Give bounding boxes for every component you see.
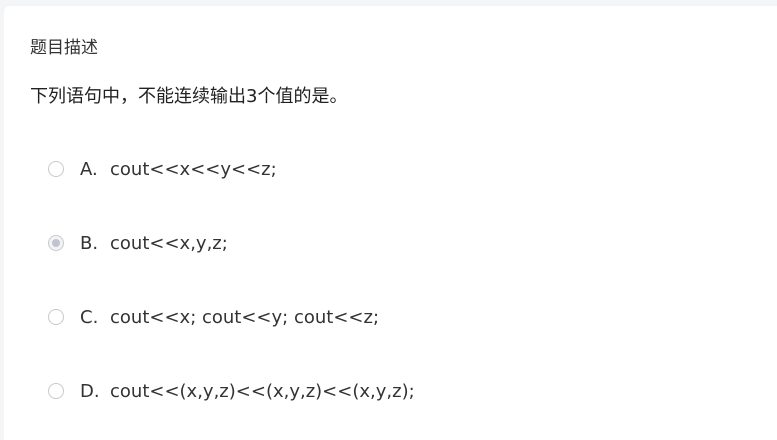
option-text: cout<<x<<y<<z; <box>110 158 277 180</box>
option-text: cout<<x,y,z; <box>110 232 228 254</box>
question-card: 题目描述 下列语句中，不能连续输出3个值的是。 A. cout<<x<<y<<z… <box>4 6 777 440</box>
option-a[interactable]: A. cout<<x<<y<<z; <box>48 158 277 180</box>
option-d[interactable]: D. cout<<(x,y,z)<<(x,y,z)<<(x,y,z); <box>48 380 415 402</box>
option-text: cout<<(x,y,z)<<(x,y,z)<<(x,y,z); <box>110 380 415 402</box>
radio-button-b[interactable] <box>48 235 64 251</box>
radio-button-d[interactable] <box>48 383 64 399</box>
section-title: 题目描述 <box>30 38 98 58</box>
question-text: 下列语句中，不能连续输出3个值的是。 <box>30 86 348 107</box>
option-c[interactable]: C. cout<<x; cout<<y; cout<<z; <box>48 306 379 328</box>
option-letter: B. <box>80 232 99 254</box>
radio-button-c[interactable] <box>48 309 64 325</box>
option-text: cout<<x; cout<<y; cout<<z; <box>110 306 380 328</box>
option-letter: A. <box>80 158 98 180</box>
option-letter: D. <box>80 380 100 402</box>
option-b[interactable]: B. cout<<x,y,z; <box>48 232 228 254</box>
radio-button-a[interactable] <box>48 161 64 177</box>
option-letter: C. <box>80 306 99 328</box>
